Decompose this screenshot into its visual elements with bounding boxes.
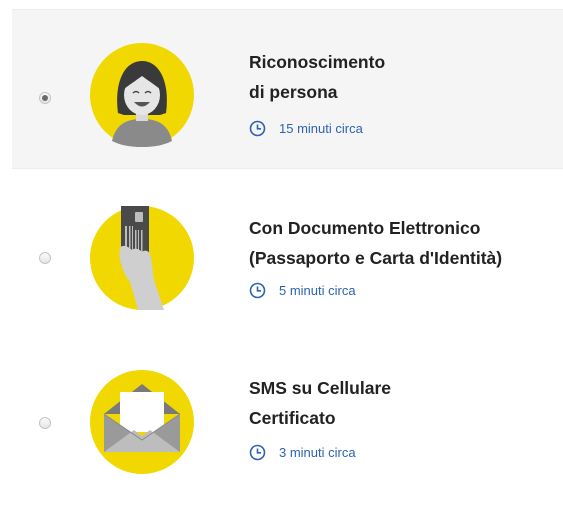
radio-button-selected[interactable] bbox=[39, 92, 51, 104]
radio-button[interactable] bbox=[39, 252, 51, 264]
option-title: Riconoscimento di persona bbox=[249, 52, 386, 102]
option-title: Con Documento Elettronico (Passaporto e … bbox=[249, 218, 503, 268]
option-documento-elettronico[interactable]: Con Documento Elettronico (Passaporto e … bbox=[12, 180, 563, 340]
option-riconoscimento-di-persona[interactable]: Riconoscimento di persona 15 minuti circ… bbox=[12, 9, 563, 169]
time-estimate: 15 minuti circa bbox=[249, 120, 363, 137]
option-title: SMS su Cellulare Certificato bbox=[249, 378, 391, 428]
clock-icon bbox=[249, 444, 266, 461]
time-estimate: 5 minuti circa bbox=[249, 282, 356, 299]
radio-button[interactable] bbox=[39, 417, 51, 429]
time-estimate: 3 minuti circa bbox=[249, 444, 356, 461]
person-icon bbox=[90, 43, 194, 147]
clock-icon bbox=[249, 120, 266, 137]
envelope-icon bbox=[90, 370, 194, 474]
card-in-hand-icon bbox=[90, 206, 194, 310]
clock-icon bbox=[249, 282, 266, 299]
option-sms-cellulare-certificato[interactable]: SMS su Cellulare Certificato 3 minuti ci… bbox=[12, 345, 563, 505]
